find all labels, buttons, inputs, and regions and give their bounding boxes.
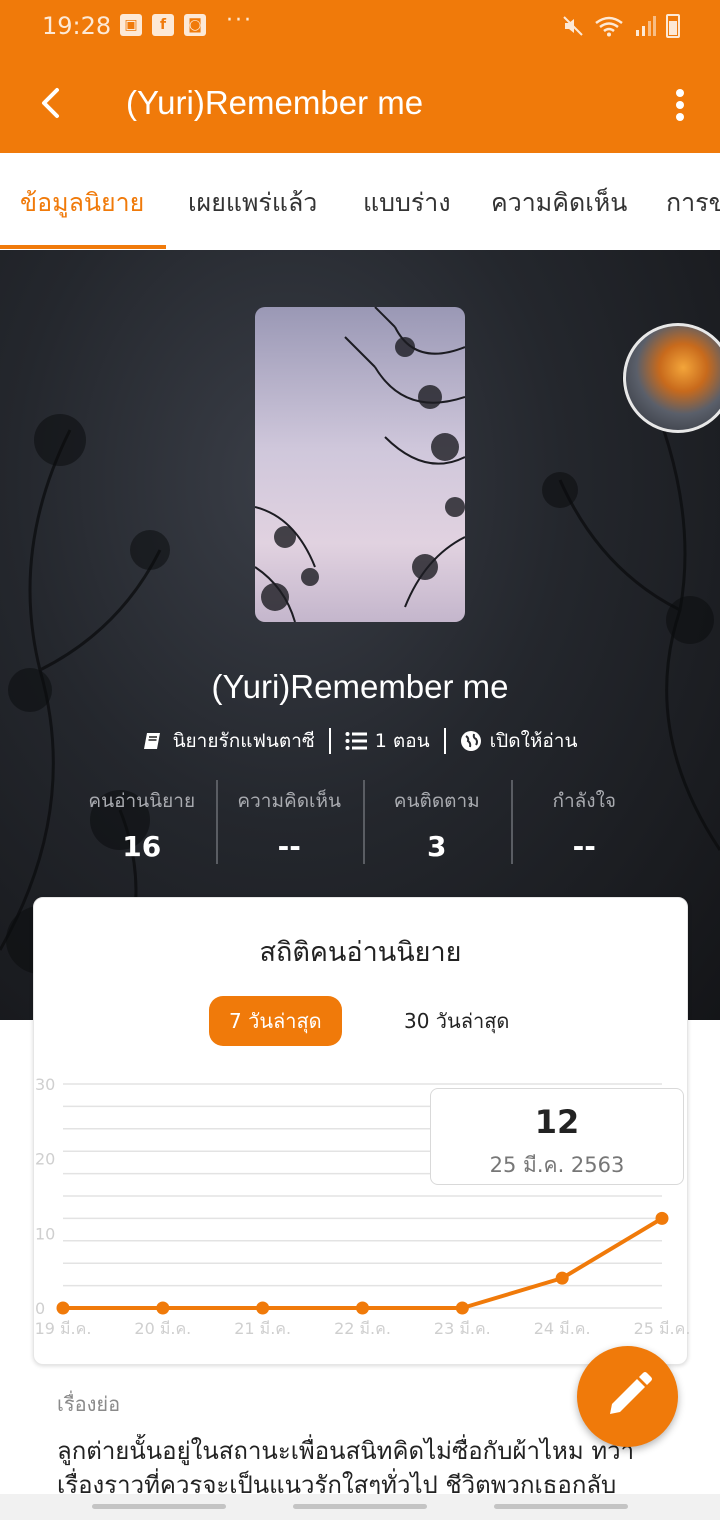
nav-recents-button[interactable] xyxy=(92,1504,226,1509)
y-tick-label: 0 xyxy=(35,1299,45,1318)
tooltip-date: 25 มี.ค. 2563 xyxy=(489,1153,625,1177)
wifi-icon xyxy=(595,16,623,37)
meta-category-text: นิยายรักแฟนตาซี xyxy=(172,730,315,752)
data-point xyxy=(56,1301,70,1315)
x-tick-label: 19 มี.ค. xyxy=(35,1319,92,1338)
status-bar: 19:28 ▣ f ◙ ··· xyxy=(0,0,720,56)
mute-icon xyxy=(563,16,583,36)
meta-category: นิยายรักแฟนตาซี xyxy=(129,726,329,756)
tab-drafts[interactable]: แบบร่าง xyxy=(363,153,451,250)
novel-stats: คนอ่านนิยาย 16 ความคิดเห็น -- คนติดตาม 3… xyxy=(68,780,658,864)
data-point xyxy=(655,1211,669,1225)
tab-novel-info[interactable]: ข้อมูลนิยาย xyxy=(20,153,144,250)
stat-label: ความคิดเห็น xyxy=(237,790,342,812)
battery-icon xyxy=(666,14,680,38)
stat-readers: คนอ่านนิยาย 16 xyxy=(68,780,216,864)
x-tick-label: 20 มี.ค. xyxy=(134,1319,191,1338)
system-nav-bar xyxy=(0,1494,720,1520)
stat-followers: คนติดตาม 3 xyxy=(363,780,511,864)
tooltip-value: 12 xyxy=(534,1103,580,1141)
stat-label: กำลังใจ xyxy=(552,790,616,812)
book-icon xyxy=(143,733,160,749)
data-point xyxy=(455,1301,469,1315)
novel-title: (Yuri)Remember me xyxy=(211,668,509,705)
data-point xyxy=(156,1301,170,1315)
x-tick-label: 21 มี.ค. xyxy=(234,1319,291,1338)
gallery-icon: ▣ xyxy=(120,14,142,36)
tab-published[interactable]: เผยแพร่แล้ว xyxy=(188,153,317,250)
synopsis-label: เรื่องย่อ xyxy=(57,1392,121,1416)
nav-back-button[interactable] xyxy=(494,1504,628,1509)
data-point xyxy=(256,1301,270,1315)
chevron-left-icon xyxy=(42,88,59,118)
y-tick-label: 20 xyxy=(35,1150,55,1169)
active-tab-indicator xyxy=(0,245,166,249)
meta-chapters: 1 ตอน xyxy=(331,726,444,756)
chart-tooltip: 12 25 มี.ค. 2563 xyxy=(430,1088,684,1185)
data-point xyxy=(555,1271,569,1285)
synopsis-line: เรื่องราวที่ควรจะเป็นแนวรักใสๆทั่วไป ชีว… xyxy=(57,1471,617,1494)
nav-home-button[interactable] xyxy=(293,1504,427,1509)
stat-value: -- xyxy=(277,830,301,863)
app-notification-icon: ◙ xyxy=(184,14,206,36)
facebook-icon: f xyxy=(152,14,174,36)
status-overflow: ··· xyxy=(226,8,253,33)
stat-comments: ความคิดเห็น -- xyxy=(215,780,364,864)
stat-value: 3 xyxy=(427,830,447,863)
reader-stats-card: สถิติคนอ่านนิยาย 7 วันล่าสุด 30 วันล่าสุ… xyxy=(33,897,689,1365)
status-notification-icons: ▣ f ◙ xyxy=(120,14,206,36)
tab-bar: ข้อมูลนิยาย เผยแพร่แล้ว แบบร่าง ความคิดเ… xyxy=(0,153,720,250)
pencil-icon xyxy=(610,1372,652,1414)
more-vertical-icon xyxy=(676,89,684,121)
status-time: 19:28 xyxy=(42,12,112,40)
stat-cheers: กำลังใจ -- xyxy=(510,780,659,864)
y-tick-label: 30 xyxy=(35,1075,55,1094)
status-system-icons xyxy=(562,14,680,38)
list-icon xyxy=(345,732,367,750)
x-tick-label: 25 มี.ค. xyxy=(634,1319,689,1338)
data-point xyxy=(356,1301,369,1315)
app-bar: (Yuri)Remember me xyxy=(0,56,720,153)
x-tick-label: 22 มี.ค. xyxy=(334,1319,391,1338)
tab-comments[interactable]: ความคิดเห็น xyxy=(491,153,627,250)
more-options-button[interactable] xyxy=(660,80,700,130)
tab-more[interactable]: การข xyxy=(666,153,720,250)
meta-chapters-text: 1 ตอน xyxy=(374,730,430,752)
signal-icon xyxy=(636,16,656,36)
x-tick-label: 24 มี.ค. xyxy=(534,1319,591,1338)
stat-label: คนติดตาม xyxy=(393,790,480,812)
meta-visibility: เปิดให้อ่าน xyxy=(446,726,592,756)
x-tick-label: 23 มี.ค. xyxy=(434,1319,491,1338)
app-bar-title: (Yuri)Remember me xyxy=(126,84,424,121)
y-tick-label: 10 xyxy=(35,1224,55,1243)
stat-value: -- xyxy=(572,830,596,863)
meta-visibility-text: เปิดให้อ่าน xyxy=(489,730,578,752)
back-button[interactable] xyxy=(28,78,78,128)
stat-value: 16 xyxy=(122,830,162,863)
novel-cover-image[interactable] xyxy=(255,307,465,622)
novel-meta: นิยายรักแฟนตาซี 1 ตอน เปิดให้อ่าน xyxy=(0,726,720,756)
stat-label: คนอ่านนิยาย xyxy=(88,790,196,812)
globe-icon xyxy=(460,731,481,751)
edit-fab-button[interactable] xyxy=(577,1346,678,1447)
